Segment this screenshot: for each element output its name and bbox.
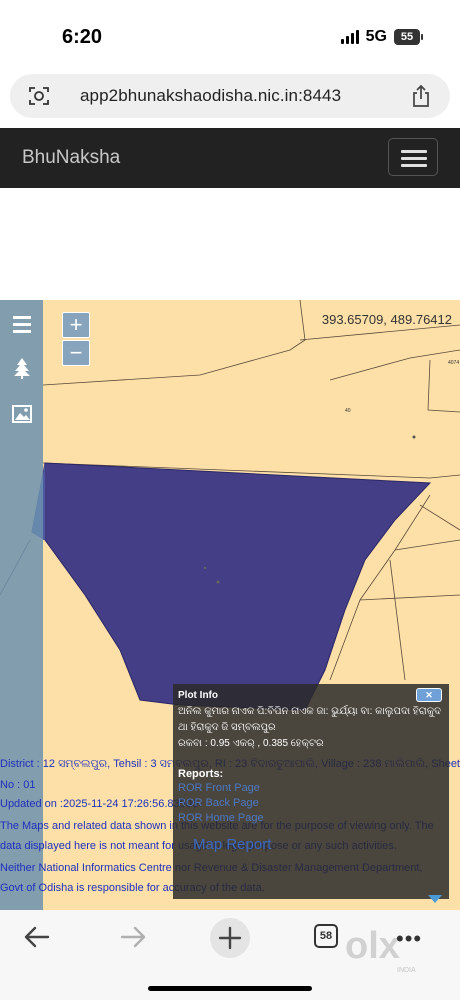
signal-icon [340, 30, 359, 44]
tab-switcher-button[interactable]: 58 [314, 924, 338, 948]
side-parcel-label: 4074 [448, 360, 459, 366]
ror-home-page-link[interactable]: ROR Home Page [178, 812, 264, 824]
chevron-down-icon[interactable] [427, 893, 443, 905]
reports-label: Reports: [178, 768, 224, 780]
url-text[interactable]: app2bhunakshaodisha.nic.in:8443 [80, 86, 341, 106]
status-bar: 6:20 5G 55 [0, 0, 460, 70]
new-tab-button[interactable] [210, 918, 250, 958]
forward-arrow-icon[interactable] [118, 922, 148, 952]
plot-marker-dot [203, 566, 207, 570]
layers-menu-icon[interactable] [11, 313, 33, 335]
map-report-link[interactable]: Map Report [193, 836, 271, 853]
address-bar[interactable]: app2bhunakshaodisha.nic.in:8443 [10, 74, 450, 118]
plot-info-popup: Plot Info ✕ ଅନିଲ କୁମାର ନାଏକ ପି:ବିପିନ ନାଏ… [173, 684, 449, 903]
owner-line: ଅନିଲ କୁମାର ନାଏକ ପି:ବିପିନ ନାଏକ ଜା: ଭୁର୍ଯ୍… [178, 706, 441, 717]
status-indicators: 5G 55 [340, 28, 423, 46]
image-icon[interactable] [11, 403, 33, 425]
plot-number-label: 40 [345, 408, 351, 414]
map-viewer[interactable]: 40 4074 + − 393.65709, 489.76412 Distric… [0, 300, 460, 910]
updated-on-text: Updated on :2025-11-24 17:26:56.83506 [0, 798, 198, 810]
back-arrow-icon[interactable] [22, 922, 52, 952]
svg-text:olx: olx [345, 925, 400, 967]
network-type: 5G [365, 28, 387, 45]
map-toolbar [0, 300, 43, 910]
popup-title: Plot Info [178, 690, 218, 701]
plus-icon [218, 926, 242, 950]
more-options-icon[interactable]: ••• [396, 926, 422, 952]
page-settings-icon[interactable] [28, 85, 50, 107]
ror-back-page-link[interactable]: ROR Back Page [178, 797, 259, 809]
battery-icon: 55 [394, 29, 423, 45]
ror-front-page-link[interactable]: ROR Front Page [178, 782, 260, 794]
zoom-in-button[interactable]: + [62, 312, 90, 338]
hamburger-menu-button[interactable] [388, 138, 438, 176]
svg-text:INDIA: INDIA [397, 967, 416, 974]
address-line: ଥା ହିରାକୁଦ ଜି ସମ୍ବଲପୁର [178, 722, 276, 733]
home-indicator [148, 986, 312, 991]
site-brand[interactable]: BhuNaksha [22, 147, 120, 169]
status-time: 6:20 [62, 26, 103, 48]
close-popup-button[interactable]: ✕ [416, 688, 442, 702]
sheet-info-text: No : 01 [0, 779, 36, 791]
zoom-out-button[interactable]: − [62, 340, 90, 366]
tree-icon[interactable] [11, 357, 33, 379]
screen: 6:20 5G 55 app2bhunakshaodisha.nic.in:84… [0, 0, 460, 1000]
plot-marker-dot [412, 435, 416, 439]
share-icon[interactable] [410, 84, 432, 108]
coordinate-readout: 393.65709, 489.76412 [321, 312, 452, 327]
plot-marker-dot [216, 580, 220, 584]
browser-toolbar: 58 olx INDIA ••• [0, 910, 460, 1000]
area-line: ରକବା : 0.95 ଏକର୍ , 0.385 ହେକ୍ଟର [178, 738, 324, 749]
